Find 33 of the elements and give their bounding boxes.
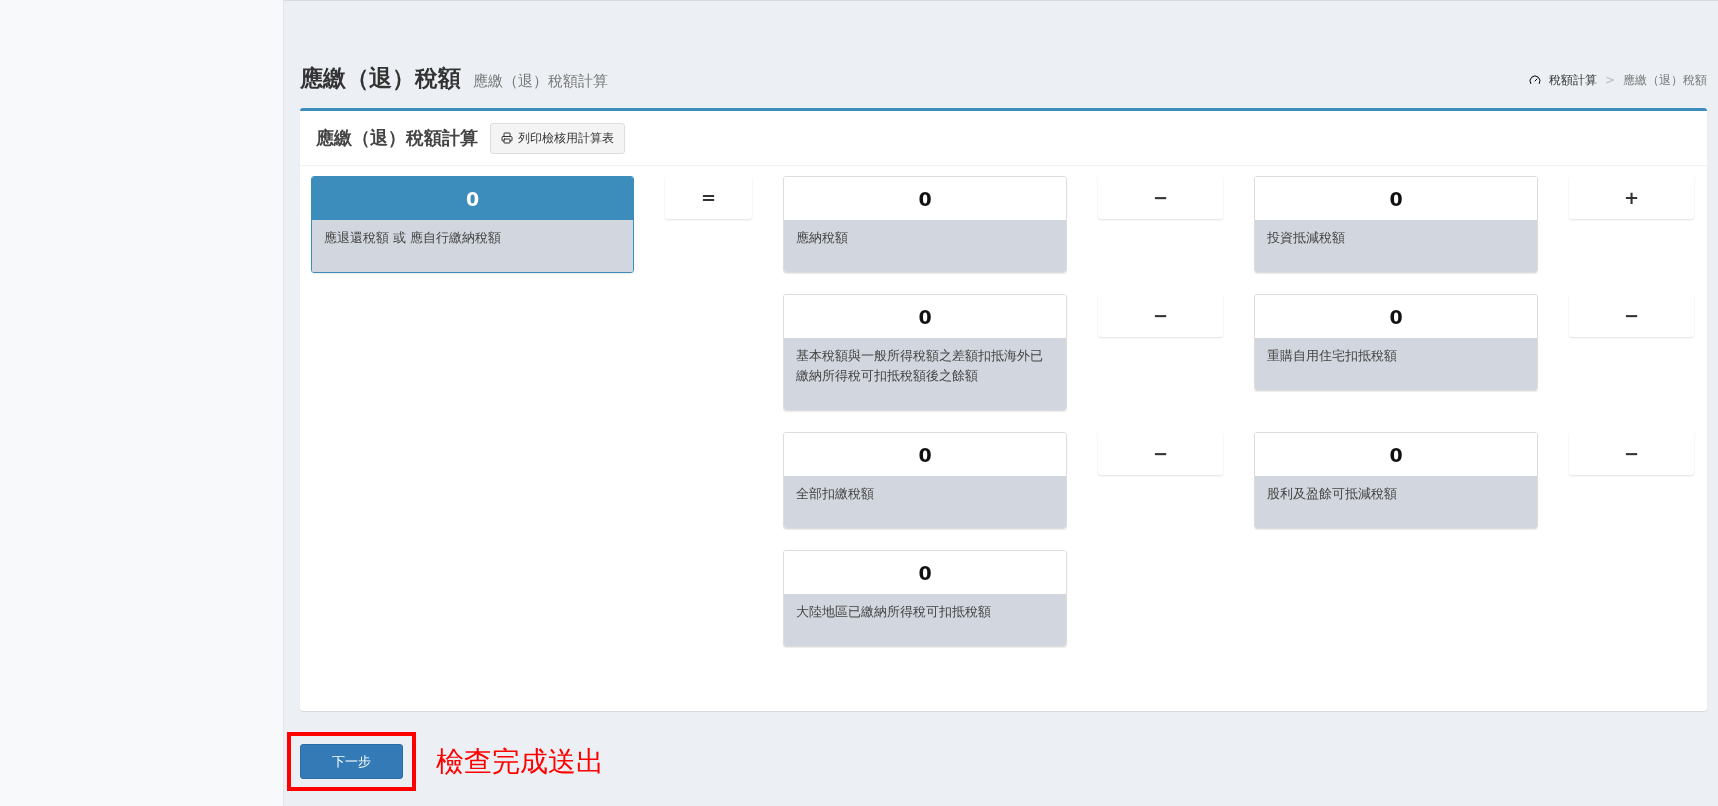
amount-label: 應納稅額 [784, 220, 1066, 272]
dashboard-icon [1528, 74, 1541, 86]
amount-value: 0 [1255, 433, 1537, 476]
breadcrumb-separator: > [1604, 73, 1615, 87]
amount-label: 大陸地區已繳納所得稅可扣抵稅額 [784, 594, 1066, 646]
amount-label: 投資抵減稅額 [1255, 220, 1537, 272]
page-title: 應繳（退）稅額 [300, 64, 461, 93]
card-title: 應繳（退）稅額計算 [316, 126, 478, 150]
page-subtitle: 應繳（退）稅額計算 [473, 72, 608, 91]
amount-label: 全部扣繳稅額 [784, 476, 1066, 528]
next-button[interactable]: 下一步 [300, 744, 403, 779]
annotation-text: 檢查完成送出 [436, 743, 604, 780]
amount-value: 0 [784, 177, 1066, 220]
operator-sign: + [1569, 176, 1694, 219]
result-value: 0 [312, 177, 633, 220]
amount-value: 0 [1255, 177, 1537, 220]
result-label: 應退還稅額 或 應自行繳納稅額 [312, 220, 633, 272]
operator-sign: − [1569, 432, 1694, 475]
breadcrumb-link[interactable]: 稅額計算 [1548, 71, 1597, 89]
print-button[interactable]: 列印檢核用計算表 [490, 122, 625, 154]
printer-icon [501, 132, 513, 144]
amount-value: 0 [784, 551, 1066, 594]
operator-sign: − [1569, 294, 1694, 337]
amount-value: 0 [784, 295, 1066, 338]
amount-label: 股利及盈餘可抵減稅額 [1255, 476, 1537, 528]
operator-sign: − [1098, 294, 1223, 337]
operator-sign: − [1098, 432, 1223, 475]
operator-sign: − [1098, 176, 1223, 219]
amount-label: 重購自用住宅扣抵稅額 [1255, 338, 1537, 390]
amount-label: 基本稅額與一般所得稅額之差額扣抵海外已繳納所得稅可扣抵稅額後之餘額 [784, 338, 1066, 410]
operator-sign: = [665, 176, 752, 219]
amount-value: 0 [784, 433, 1066, 476]
amount-value: 0 [1255, 295, 1537, 338]
